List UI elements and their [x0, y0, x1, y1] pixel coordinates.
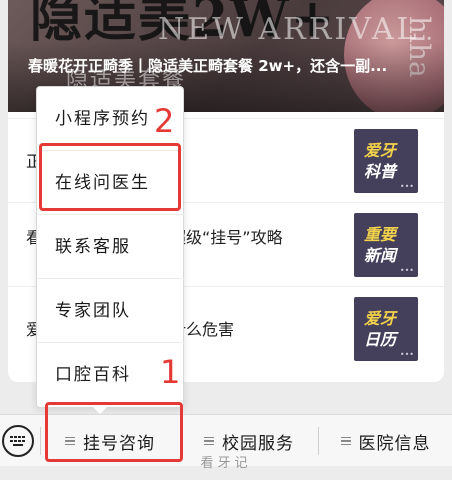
tab-label: 医院信息	[358, 433, 431, 454]
annotation-number-1: 1	[160, 353, 181, 391]
ellipsis-icon: •••	[399, 266, 414, 275]
thumb-line-2: 新闻	[364, 246, 397, 265]
tab-label: 校园服务	[222, 433, 294, 454]
thumb-line-1: 爱牙	[364, 141, 397, 160]
article-thumbnail: 重要 新闻 •••	[354, 213, 418, 277]
thumb-line-2: 科普	[364, 162, 397, 181]
banner-headline: 春暖花开正畸季丨隐适美正畸套餐 2w+，还含一副...	[28, 57, 388, 75]
ellipsis-icon: •••	[399, 350, 414, 359]
article-thumbnail: 爱牙 日历 •••	[354, 297, 418, 361]
annotation-number-2: 2	[154, 102, 175, 140]
menu-item-expert-team[interactable]: 专家团队	[37, 279, 185, 343]
thumb-line-1: 重要	[364, 225, 397, 244]
annotation-box-online-doctor	[39, 143, 181, 211]
menu-item-customer-service[interactable]: 联系客服	[37, 215, 185, 279]
article-thumbnail: 爱牙 科普 •••	[354, 129, 418, 193]
hamburger-icon	[204, 435, 214, 448]
screen: 隐适美2W+ NEW ARRIVAL hiha 隐适美套餐 春暖花开正畸季丨隐适…	[0, 0, 452, 480]
thumb-line-1: 爱牙	[364, 309, 397, 328]
ellipsis-icon: •••	[399, 182, 414, 191]
annotation-box-registration-tab	[45, 402, 183, 462]
thumb-line-2: 日历	[364, 330, 397, 349]
hamburger-icon	[340, 435, 351, 448]
